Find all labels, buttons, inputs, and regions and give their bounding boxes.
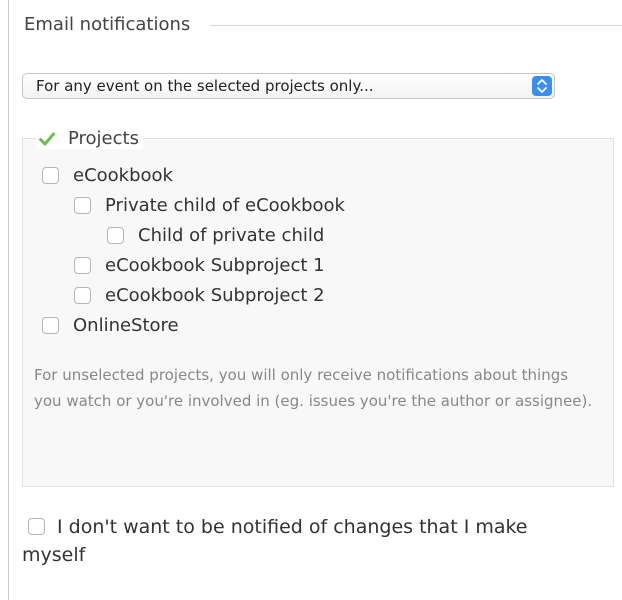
project-item-child-of-private-child[interactable]: Child of private child [107,225,324,246]
project-item-onlinestore[interactable]: OnlineStore [42,315,179,336]
checkmark-icon [38,130,56,148]
project-checkbox[interactable] [42,317,59,334]
no-self-notified-checkbox[interactable] [28,518,45,535]
project-label: OnlineStore [73,315,179,336]
projects-legend: Projects [36,128,143,149]
project-checkbox[interactable] [74,257,91,274]
project-item-private-child[interactable]: Private child of eCookbook [74,195,345,216]
projects-legend-label: Projects [68,128,139,149]
project-label: eCookbook Subproject 1 [105,255,325,276]
projects-help-text: For unselected projects, you will only r… [34,366,593,410]
project-item-subproject-1[interactable]: eCookbook Subproject 1 [74,255,325,276]
project-label: eCookbook Subproject 2 [105,285,325,306]
section-title: Email notifications [24,14,195,35]
project-checkbox[interactable] [74,287,91,304]
project-checkbox[interactable] [74,197,91,214]
no-self-notified-label: I don't want to be notified of changes t… [57,516,528,538]
project-checkbox[interactable] [42,167,59,184]
project-item-subproject-2[interactable]: eCookbook Subproject 2 [74,285,325,306]
notification-mode-value: For any event on the selected projects o… [36,77,374,95]
notification-mode-select[interactable]: For any event on the selected projects o… [22,73,555,99]
project-label: Private child of eCookbook [105,195,345,216]
projects-fieldset [22,138,614,487]
project-checkbox[interactable] [107,227,124,244]
no-self-notified-option[interactable]: I don't want to be notified of changes t… [28,512,618,542]
section-divider [210,25,622,26]
project-item-ecookbook[interactable]: eCookbook [42,165,173,186]
no-self-notified-label-wrap: myself [22,544,86,566]
select-arrows-icon [532,76,552,96]
project-label: eCookbook [73,165,173,186]
project-label: Child of private child [138,225,325,246]
